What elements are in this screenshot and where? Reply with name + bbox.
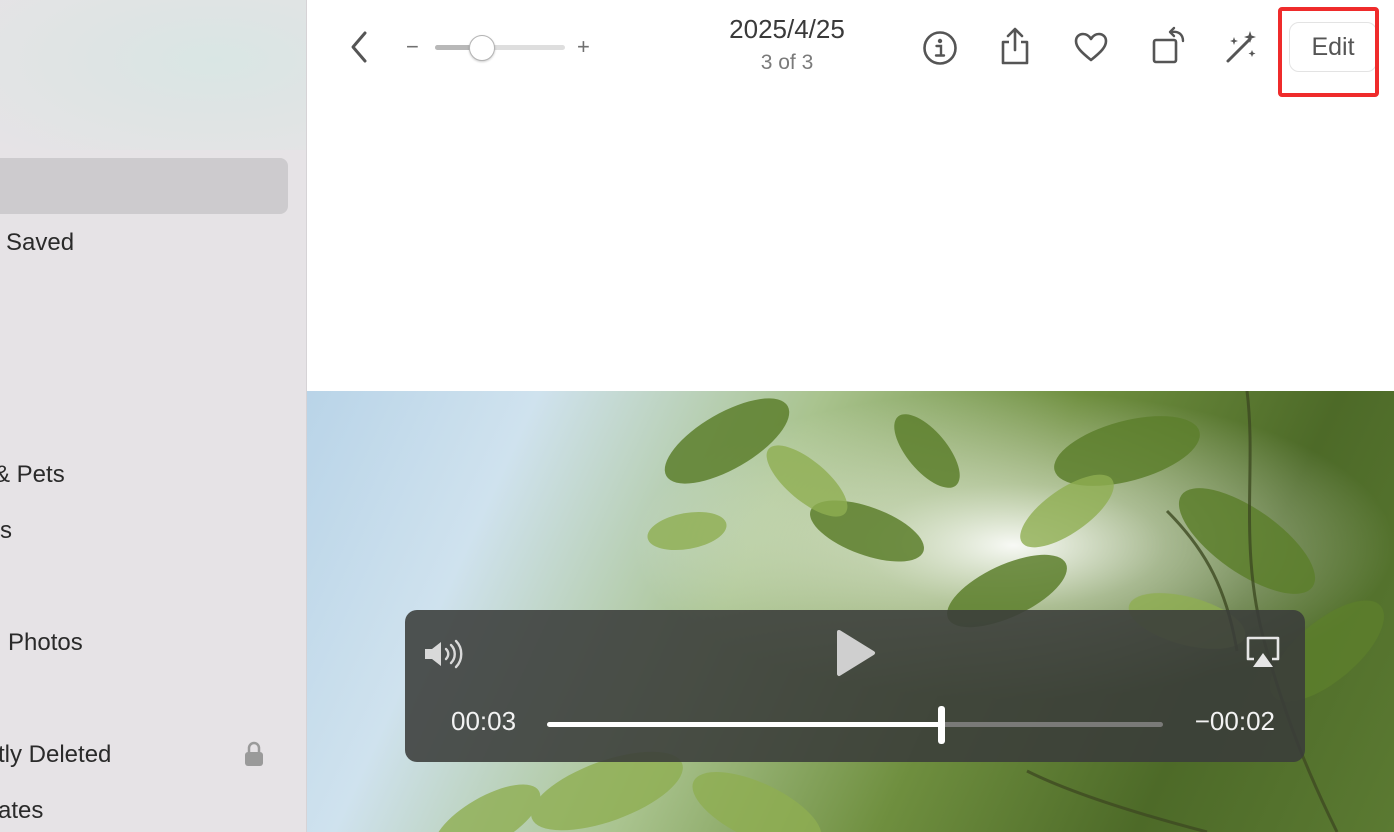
toolbar: − + 2025/4/25 3 of 3 Edit <box>307 0 1394 97</box>
info-icon <box>923 31 957 65</box>
play-button[interactable] <box>831 628 879 678</box>
sidebar-item-recently-deleted[interactable]: tly Deleted <box>0 738 111 772</box>
airplay-button[interactable] <box>1243 634 1283 670</box>
sidebar-header-background <box>0 0 306 150</box>
photo-count: 3 of 3 <box>760 51 814 74</box>
sidebar-item-selected[interactable] <box>0 158 288 214</box>
share-button[interactable] <box>995 24 1035 68</box>
volume-icon <box>425 639 463 669</box>
zoom-out-button[interactable]: − <box>406 32 419 62</box>
remaining-time: −00:02 <box>1194 706 1275 736</box>
sidebar-item-pets[interactable]: & Pets <box>0 458 65 492</box>
favorite-icon <box>1074 32 1108 62</box>
sidebar-item-s[interactable]: s <box>0 514 12 548</box>
rotate-icon <box>1152 26 1185 64</box>
back-icon <box>351 31 367 63</box>
airplay-icon <box>1246 636 1280 667</box>
zoom-slider[interactable] <box>435 35 565 61</box>
back-button[interactable] <box>343 28 375 66</box>
highlight-box <box>1278 7 1379 97</box>
sidebar-item-saved[interactable]: Saved <box>6 226 74 260</box>
favorite-button[interactable] <box>1071 28 1111 66</box>
photo-date: 2025/4/25 <box>729 14 845 44</box>
video-controls: 00:03 −00:02 <box>405 610 1305 762</box>
share-icon <box>1001 27 1029 65</box>
sidebar-item-photos[interactable]: Photos <box>8 626 83 660</box>
sidebar-item-duplicates[interactable]: ates <box>0 794 43 828</box>
sidebar: Saved & Pets s Photos tly Deleted ates <box>0 0 307 832</box>
volume-button[interactable] <box>423 636 465 672</box>
video-scrubber-fill <box>547 722 942 727</box>
rotate-button[interactable] <box>1149 24 1189 68</box>
photo-view[interactable]: 00:03 −00:02 <box>307 391 1394 832</box>
enhance-button[interactable] <box>1221 26 1261 68</box>
video-scrubber[interactable] <box>547 706 1163 744</box>
lock-icon <box>245 741 263 766</box>
zoom-slider-thumb[interactable] <box>468 35 495 61</box>
video-scrubber-handle[interactable] <box>938 706 946 744</box>
enhance-icon <box>1226 31 1256 63</box>
play-icon <box>837 630 875 676</box>
current-time: 00:03 <box>451 706 517 736</box>
zoom-in-button[interactable]: + <box>577 32 590 62</box>
info-button[interactable] <box>919 27 961 69</box>
